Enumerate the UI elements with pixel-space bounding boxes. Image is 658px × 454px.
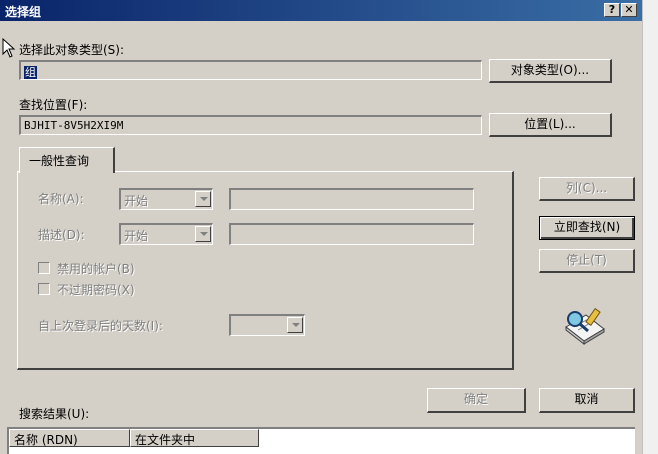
name-mode-combo[interactable]: 开始 <box>119 188 213 210</box>
column-header-name[interactable]: 名称 (RDN) <box>9 429 130 447</box>
object-type-label: 选择此对象类型(S): <box>19 43 125 57</box>
window-title: 选择组 <box>5 5 42 19</box>
chevron-down-icon[interactable] <box>195 191 211 207</box>
location-field: BJHIT-8V5H2XI9M <box>19 115 482 135</box>
title-bar[interactable]: 选择组 ? ✕ <box>0 0 642 21</box>
results-list[interactable]: 名称 (RDN) 在文件夹中 <box>7 427 635 454</box>
chevron-down-icon[interactable] <box>287 317 303 333</box>
close-button[interactable]: ✕ <box>621 3 637 17</box>
tab-general-queries[interactable]: 一般性查询 <box>19 147 115 173</box>
mouse-cursor-icon <box>2 38 16 58</box>
scrollbar[interactable] <box>642 0 658 454</box>
object-type-value: 组 <box>24 66 37 79</box>
object-type-field: 组 <box>19 60 482 80</box>
disabled-accounts-label: 禁用的帐户(B) <box>57 262 135 276</box>
ok-button[interactable]: 确定 <box>427 388 526 413</box>
disabled-accounts-checkbox[interactable] <box>38 262 50 274</box>
non-expiring-password-label: 不过期密码(X) <box>57 283 135 297</box>
description-mode-value: 开始 <box>124 229 149 243</box>
non-expiring-password-checkbox[interactable] <box>38 283 50 295</box>
object-types-button[interactable]: 对象类型(O)... <box>489 59 612 83</box>
column-header-folder[interactable]: 在文件夹中 <box>130 429 259 447</box>
name-label: 名称(A): <box>38 192 84 206</box>
description-input[interactable] <box>229 223 474 245</box>
search-results-label: 搜索结果(U): <box>19 407 90 421</box>
chevron-down-icon[interactable] <box>195 226 211 242</box>
columns-button[interactable]: 列(C)... <box>539 177 635 201</box>
cancel-button[interactable]: 取消 <box>539 388 635 413</box>
name-input[interactable] <box>229 188 474 210</box>
days-since-logon-label: 自上次登录后的天数(I): <box>38 319 163 333</box>
description-mode-combo[interactable]: 开始 <box>119 223 213 245</box>
locations-button[interactable]: 位置(L)... <box>489 113 612 137</box>
find-now-button[interactable]: 立即查找(N) <box>539 216 635 240</box>
days-since-logon-combo[interactable] <box>229 314 305 336</box>
tab-label: 一般性查询 <box>29 154 90 168</box>
location-label: 查找位置(F): <box>19 98 88 112</box>
description-label: 描述(D): <box>38 228 85 242</box>
help-button[interactable]: ? <box>604 3 620 17</box>
select-group-dialog: 选择组 ? ✕ 选择此对象类型(S): 组 对象类型(O)... 查找位置(F)… <box>0 0 642 454</box>
search-icon <box>565 308 605 345</box>
stop-button[interactable]: 停止(T) <box>539 249 635 273</box>
name-mode-value: 开始 <box>124 194 149 208</box>
